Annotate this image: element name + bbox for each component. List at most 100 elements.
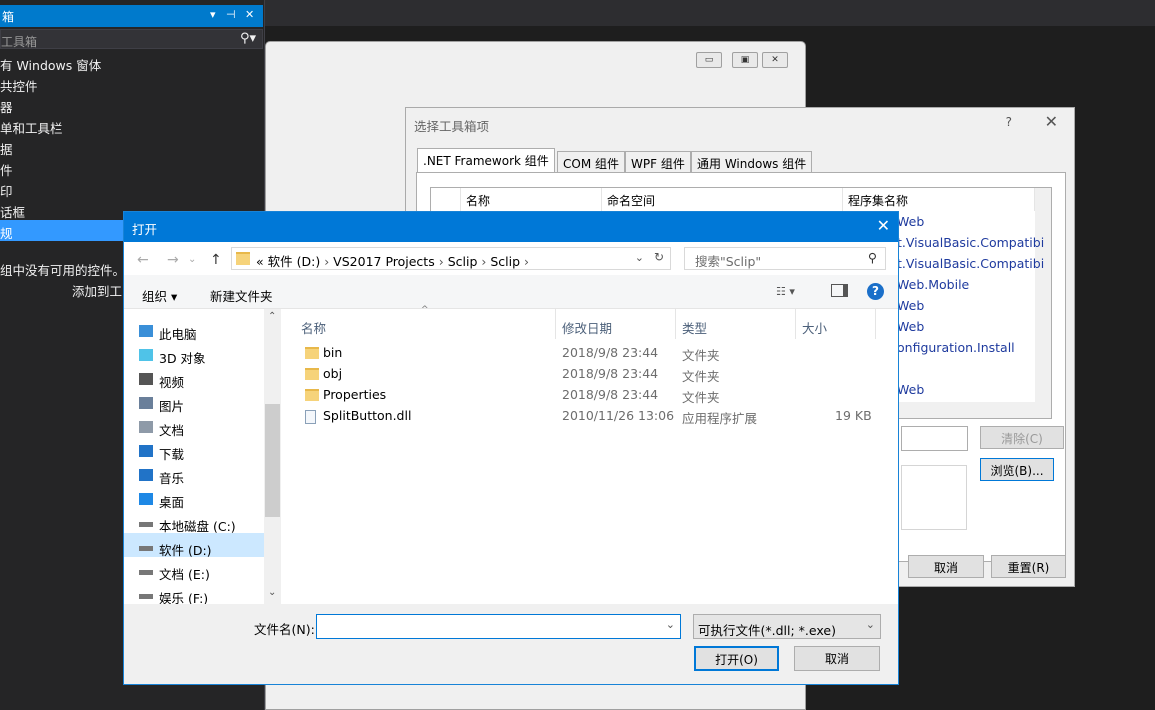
toolbox-search-input[interactable]: 工具箱 ⚲▾: [0, 29, 263, 49]
tree-item[interactable]: 音乐: [139, 468, 279, 487]
list-item[interactable]: Web: [897, 298, 1032, 313]
column-header-type[interactable]: 类型: [682, 318, 707, 337]
list-item[interactable]: Web: [897, 319, 1032, 334]
toolbox-category[interactable]: 印: [0, 178, 263, 199]
list-item[interactable]: t.VisualBasic.Compatibi: [897, 235, 1044, 250]
tree-scrollbar[interactable]: ⌃ ⌄: [264, 309, 280, 604]
tab-wpf[interactable]: WPF 组件: [625, 151, 691, 172]
chevron-down-icon[interactable]: ⌄: [866, 618, 875, 631]
search-icon[interactable]: ⚲▾: [240, 31, 256, 46]
file-name[interactable]: bin: [323, 345, 342, 360]
filetype-select[interactable]: 可执行文件(*.dll; *.exe) ⌄: [693, 614, 881, 639]
close-icon[interactable]: ✕: [1045, 112, 1058, 131]
column-header-size[interactable]: 大小: [802, 318, 827, 337]
search-icon[interactable]: ⚲: [868, 250, 877, 265]
path-field[interactable]: [901, 426, 968, 451]
list-header-assembly[interactable]: 程序集名称: [843, 188, 1035, 211]
maximize-icon[interactable]: ▣: [732, 52, 758, 68]
minimize-icon[interactable]: ▭: [696, 52, 722, 68]
chevron-down-icon[interactable]: ⌄: [635, 251, 644, 264]
reset-button[interactable]: 重置(R): [991, 555, 1066, 578]
breadcrumb-item[interactable]: Sclip: [448, 254, 478, 269]
preview-box: [901, 465, 967, 530]
new-folder-button[interactable]: 新建文件夹: [210, 286, 273, 305]
chevron-right-icon[interactable]: ›: [520, 254, 529, 269]
file-name[interactable]: obj: [323, 366, 342, 381]
close-icon[interactable]: ✕: [877, 216, 890, 235]
tree-item[interactable]: 文档 (E:): [139, 564, 279, 583]
tree-item[interactable]: 文档: [139, 420, 279, 439]
chevron-right-icon[interactable]: ›: [435, 254, 448, 269]
back-arrow-icon[interactable]: ←: [137, 252, 149, 268]
breadcrumb[interactable]: « 软件 (D:) › VS2017 Projects › Sclip › Sc…: [256, 251, 529, 270]
search-input[interactable]: 搜索"Sclip" ⚲: [684, 247, 886, 270]
tree-item[interactable]: 软件 (D:): [139, 540, 279, 559]
up-arrow-icon[interactable]: ↑: [210, 252, 222, 268]
chevron-down-icon[interactable]: ▾: [210, 8, 216, 21]
help-icon[interactable]: ?: [1006, 115, 1012, 129]
file-type: 文件夹: [682, 369, 720, 384]
tree-item-label: 本地磁盘 (C:): [159, 519, 236, 534]
open-button[interactable]: 打开(O): [694, 646, 779, 671]
file-name[interactable]: SplitButton.dll: [323, 408, 411, 423]
preview-pane-icon[interactable]: [831, 284, 848, 297]
chevron-down-icon[interactable]: ⌄: [188, 254, 196, 265]
tab-com[interactable]: COM 组件: [557, 151, 625, 172]
breadcrumb-item[interactable]: VS2017 Projects: [333, 254, 435, 269]
list-item[interactable]: Web: [897, 214, 1032, 229]
tree-item[interactable]: 此电脑: [139, 324, 279, 343]
close-icon[interactable]: ✕: [762, 52, 788, 68]
chevron-right-icon[interactable]: ›: [320, 254, 333, 269]
organize-button[interactable]: 组织 ▾: [142, 286, 177, 305]
toolbox-category[interactable]: 器: [0, 94, 263, 115]
tab-universal-windows[interactable]: 通用 Windows 组件: [691, 151, 813, 172]
pin-icon[interactable]: ⊣: [226, 8, 236, 21]
scroll-thumb[interactable]: [265, 404, 280, 517]
tab-net-framework[interactable]: .NET Framework 组件: [417, 148, 555, 172]
sort-arrow-icon: ^: [421, 305, 429, 315]
tree-item[interactable]: 本地磁盘 (C:): [139, 516, 279, 535]
list-item[interactable]: t.VisualBasic.Compatibi: [897, 256, 1044, 271]
toolbox-category[interactable]: 有 Windows 窗体: [0, 52, 263, 73]
scroll-up-icon[interactable]: ⌃: [268, 311, 276, 322]
refresh-icon[interactable]: ↻: [654, 250, 664, 264]
tree-item[interactable]: 3D 对象: [139, 348, 279, 367]
chevron-right-icon[interactable]: ›: [477, 254, 490, 269]
file-list[interactable]: ^ 名称 修改日期 类型 大小 bin 2018/9/8 23:44 文件夹 obj 2…: [281, 305, 898, 604]
toolbox-category[interactable]: 单和工具栏: [0, 115, 263, 136]
tree-item[interactable]: 下载: [139, 444, 279, 463]
list-item[interactable]: onfiguration.Install: [897, 340, 1032, 355]
cancel-button[interactable]: 取消: [908, 555, 984, 578]
help-icon[interactable]: ?: [867, 283, 884, 300]
toolbox-category[interactable]: 件: [0, 157, 263, 178]
list-header-namespace[interactable]: 命名空间: [602, 188, 843, 211]
breadcrumb-item[interactable]: Sclip: [490, 254, 520, 269]
list-scrollbar[interactable]: [1035, 188, 1051, 418]
toolbox-category[interactable]: 据: [0, 136, 263, 157]
clear-button[interactable]: 清除(C): [980, 426, 1064, 449]
list-header-name[interactable]: 名称: [461, 188, 602, 211]
close-icon[interactable]: ✕: [245, 8, 254, 21]
breadcrumb-overflow[interactable]: «: [256, 254, 264, 269]
tree-item[interactable]: 视频: [139, 372, 279, 391]
list-item[interactable]: Web: [897, 382, 1032, 397]
column-header-name[interactable]: 名称: [301, 318, 326, 337]
tree-item[interactable]: 桌面: [139, 492, 279, 511]
tree-item[interactable]: 娱乐 (F:): [139, 588, 279, 604]
filename-input[interactable]: ⌄: [316, 614, 681, 639]
chevron-down-icon[interactable]: ⌄: [666, 618, 675, 631]
breadcrumb-item[interactable]: 软件 (D:): [268, 254, 321, 269]
address-bar[interactable]: « 软件 (D:) › VS2017 Projects › Sclip › Sc…: [231, 247, 671, 270]
navigation-tree[interactable]: 此电脑 3D 对象视频图片文档下载音乐桌面本地磁盘 (C:) 软件 (D:) 文档 (…: [124, 309, 281, 604]
tree-item[interactable]: 图片: [139, 396, 279, 415]
browse-button[interactable]: 浏览(B)...: [980, 458, 1054, 481]
forward-arrow-icon[interactable]: →: [167, 252, 179, 268]
view-options-icon[interactable]: ☷ ▾: [776, 285, 795, 298]
scroll-down-icon[interactable]: ⌄: [268, 587, 276, 598]
toolbox-category[interactable]: 共控件: [0, 73, 263, 94]
column-header-date[interactable]: 修改日期: [562, 318, 612, 337]
list-item[interactable]: Web.Mobile: [897, 277, 1032, 292]
cancel-button[interactable]: 取消: [794, 646, 880, 671]
file-type: 文件夹: [682, 390, 720, 405]
file-name[interactable]: Properties: [323, 387, 386, 402]
